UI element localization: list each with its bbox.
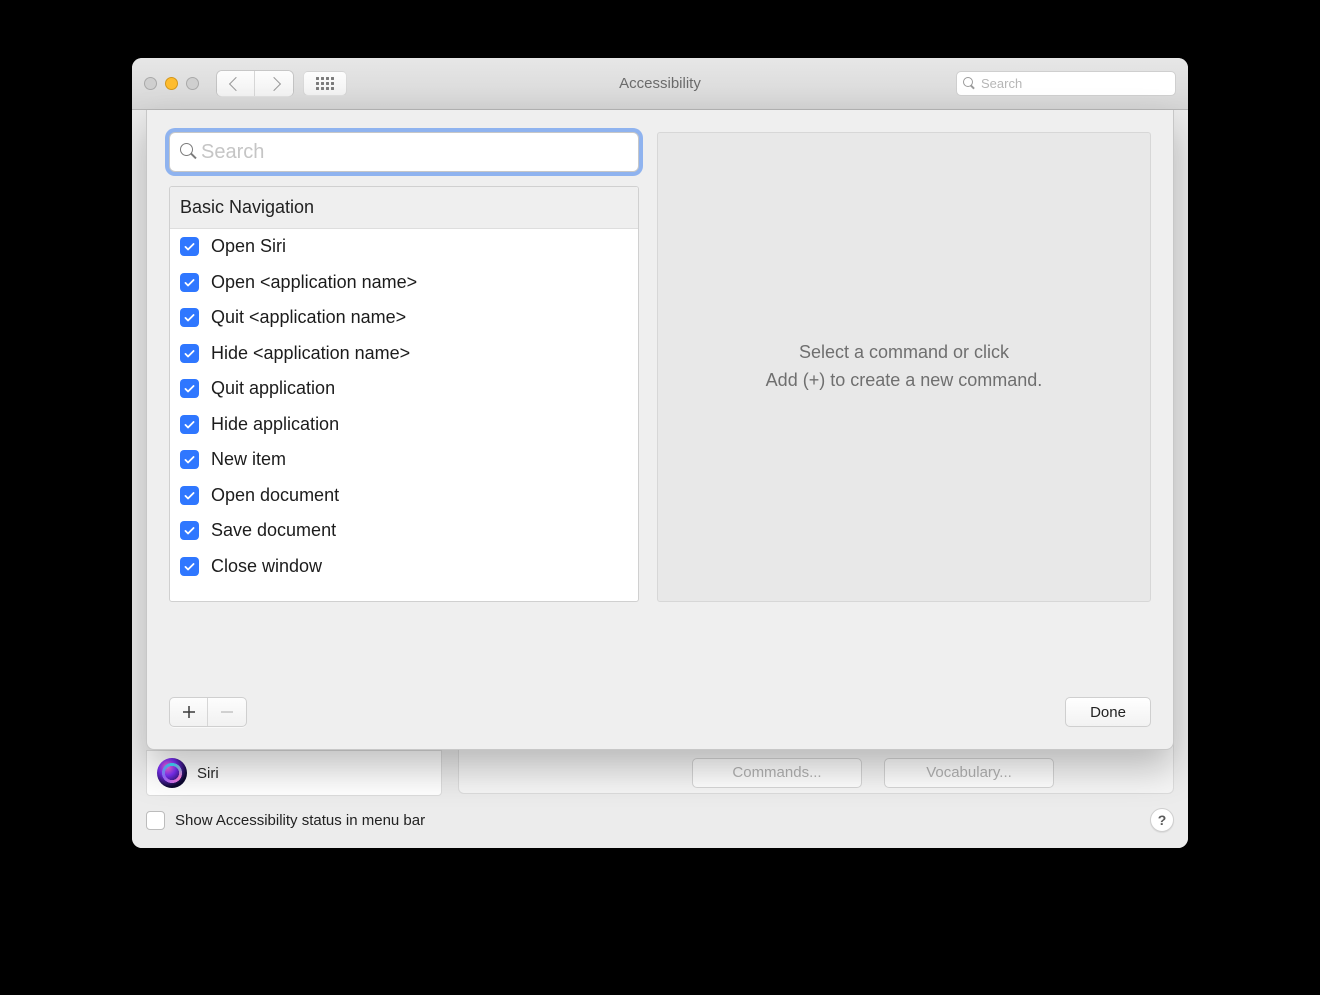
check-icon bbox=[183, 453, 196, 466]
command-row[interactable]: Hide application bbox=[170, 407, 638, 443]
check-icon bbox=[183, 311, 196, 324]
command-row[interactable]: Quit <application name> bbox=[170, 300, 638, 336]
check-icon bbox=[183, 560, 196, 573]
bg-buttons: Commands... Vocabulary... bbox=[692, 758, 1054, 788]
detail-hint-line2: Add (+) to create a new command. bbox=[766, 367, 1043, 395]
command-checkbox[interactable] bbox=[180, 486, 199, 505]
command-checkbox[interactable] bbox=[180, 521, 199, 540]
commands-sheet: Basic Navigation Open Siri Open <applicat… bbox=[146, 110, 1174, 750]
sheet-search-input[interactable] bbox=[201, 141, 628, 164]
status-checkbox[interactable] bbox=[146, 811, 165, 830]
check-icon bbox=[183, 418, 196, 431]
show-all-button[interactable] bbox=[303, 71, 347, 96]
command-label: Open document bbox=[211, 485, 339, 506]
command-row[interactable]: Open document bbox=[170, 478, 638, 514]
command-checkbox[interactable] bbox=[180, 415, 199, 434]
add-remove-segment bbox=[169, 697, 247, 727]
sheet-left: Basic Navigation Open Siri Open <applicat… bbox=[169, 132, 639, 602]
command-label: Open Siri bbox=[211, 236, 286, 257]
command-row[interactable]: New item bbox=[170, 442, 638, 478]
sheet-footer: Done bbox=[169, 697, 1151, 727]
chevron-right-icon bbox=[267, 76, 281, 90]
command-checkbox[interactable] bbox=[180, 237, 199, 256]
command-row[interactable]: Hide <application name> bbox=[170, 336, 638, 372]
check-icon bbox=[183, 347, 196, 360]
back-button[interactable] bbox=[217, 71, 255, 96]
help-button[interactable]: ? bbox=[1150, 808, 1174, 832]
accessibility-window: Accessibility Siri Commands... Vocabular… bbox=[132, 58, 1188, 848]
check-icon bbox=[183, 276, 196, 289]
check-icon bbox=[183, 489, 196, 502]
command-row[interactable]: Save document bbox=[170, 513, 638, 549]
window-controls bbox=[144, 77, 199, 90]
command-list[interactable]: Basic Navigation Open Siri Open <applicat… bbox=[169, 186, 639, 602]
command-label: Quit application bbox=[211, 378, 335, 399]
command-row[interactable]: Open <application name> bbox=[170, 265, 638, 301]
minimize-window-dot[interactable] bbox=[165, 77, 178, 90]
detail-panel: Select a command or click Add (+) to cre… bbox=[657, 132, 1151, 602]
command-label: Quit <application name> bbox=[211, 307, 406, 328]
add-command-button[interactable] bbox=[170, 698, 208, 726]
nav-segmented bbox=[217, 71, 293, 96]
check-icon bbox=[183, 240, 196, 253]
toolbar-search-input[interactable] bbox=[981, 76, 1169, 91]
remove-command-button[interactable] bbox=[208, 698, 246, 726]
commands-button-bg[interactable]: Commands... bbox=[692, 758, 862, 788]
titlebar: Accessibility bbox=[132, 58, 1188, 110]
command-checkbox[interactable] bbox=[180, 344, 199, 363]
command-label: Hide application bbox=[211, 414, 339, 435]
forward-button[interactable] bbox=[255, 71, 293, 96]
check-icon bbox=[183, 524, 196, 537]
chevron-left-icon bbox=[228, 76, 242, 90]
command-checkbox[interactable] bbox=[180, 308, 199, 327]
done-button[interactable]: Done bbox=[1065, 697, 1151, 727]
command-label: Hide <application name> bbox=[211, 343, 410, 364]
command-label: New item bbox=[211, 449, 286, 470]
zoom-window-dot[interactable] bbox=[186, 77, 199, 90]
status-checkbox-label: Show Accessibility status in menu bar bbox=[175, 812, 425, 829]
plus-icon bbox=[181, 704, 197, 720]
search-icon bbox=[180, 143, 193, 161]
command-row[interactable]: Quit application bbox=[170, 371, 638, 407]
command-label: Save document bbox=[211, 520, 336, 541]
siri-icon bbox=[157, 758, 187, 788]
sheet-search[interactable] bbox=[169, 132, 639, 172]
command-checkbox[interactable] bbox=[180, 379, 199, 398]
detail-hint-line1: Select a command or click bbox=[766, 339, 1043, 367]
check-icon bbox=[183, 382, 196, 395]
command-group-header: Basic Navigation bbox=[170, 187, 638, 229]
grid-icon bbox=[316, 77, 334, 90]
command-checkbox[interactable] bbox=[180, 557, 199, 576]
toolbar-search[interactable] bbox=[956, 71, 1176, 96]
command-label: Close window bbox=[211, 556, 322, 577]
command-row[interactable]: Close window bbox=[170, 549, 638, 585]
command-checkbox[interactable] bbox=[180, 273, 199, 292]
minus-icon bbox=[219, 704, 235, 720]
status-row: Show Accessibility status in menu bar ? bbox=[146, 808, 1174, 832]
vocabulary-button-bg[interactable]: Vocabulary... bbox=[884, 758, 1054, 788]
sidebar-item-siri[interactable]: Siri bbox=[146, 750, 442, 796]
sidebar-item-label: Siri bbox=[197, 765, 219, 782]
close-window-dot[interactable] bbox=[144, 77, 157, 90]
command-label: Open <application name> bbox=[211, 272, 417, 293]
command-row[interactable]: Open Siri bbox=[170, 229, 638, 265]
command-checkbox[interactable] bbox=[180, 450, 199, 469]
search-icon bbox=[963, 77, 976, 90]
